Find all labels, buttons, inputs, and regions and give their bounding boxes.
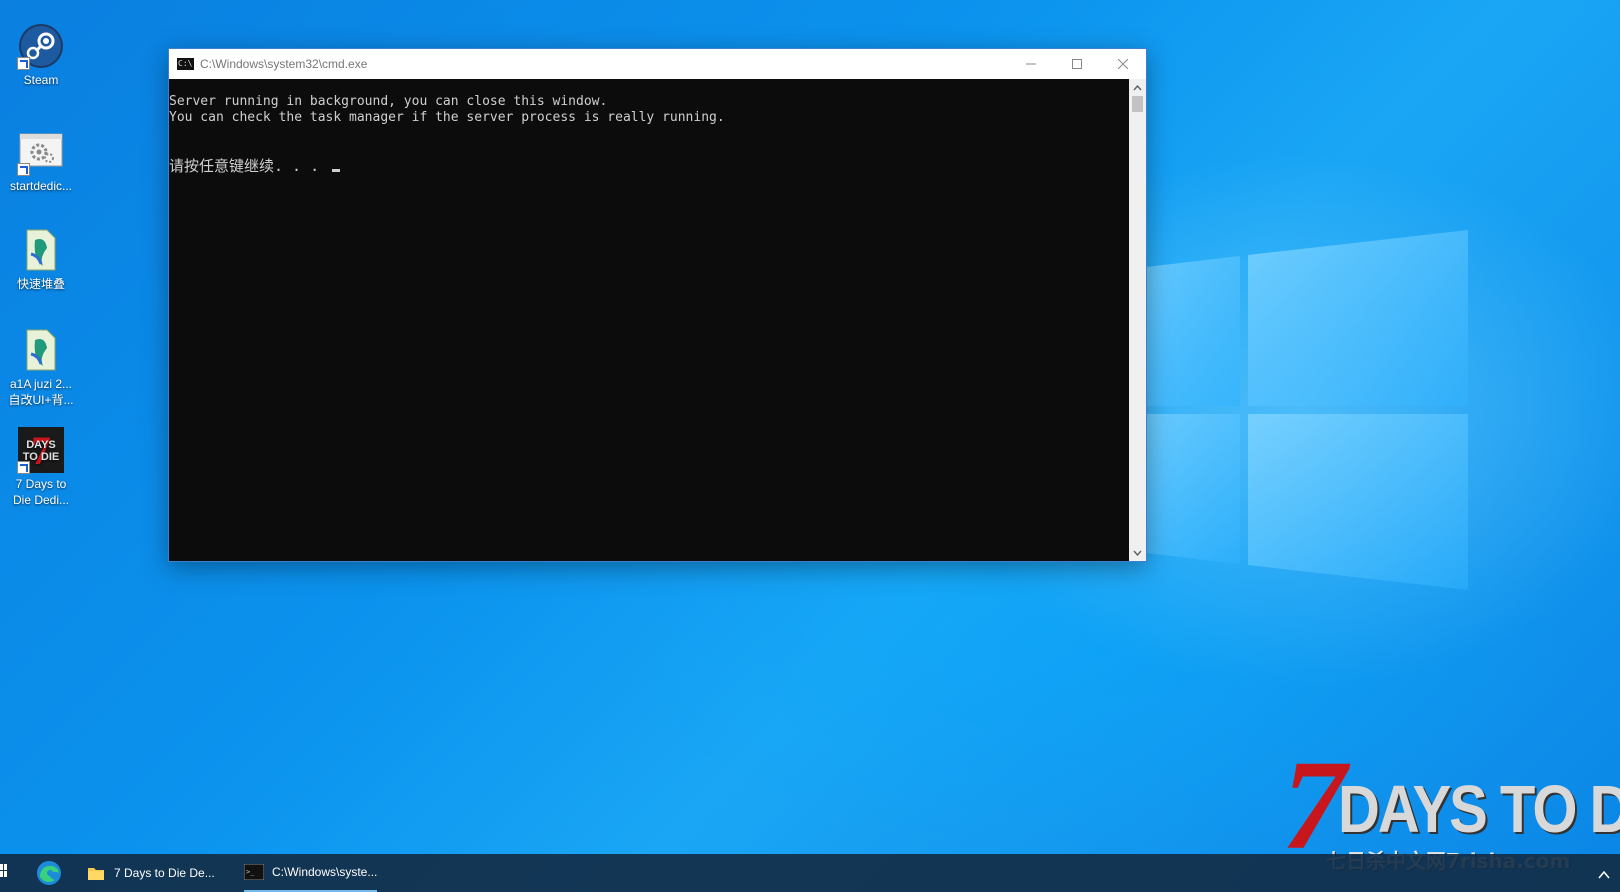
taskbar: 7 Days to Die De... >_ C:\Windows\syste.… bbox=[0, 854, 1620, 892]
minimize-icon bbox=[1026, 63, 1036, 65]
windows-logo-wallpaper bbox=[1120, 230, 1468, 590]
text-cursor bbox=[332, 169, 341, 172]
desktop-icon-label: Steam bbox=[23, 73, 59, 87]
maximize-button[interactable] bbox=[1054, 49, 1100, 79]
file-icon bbox=[17, 226, 65, 274]
cmd-icon: >_ bbox=[243, 863, 265, 881]
desktop-icon-startdedicated[interactable]: startdedic... bbox=[4, 128, 78, 194]
taskbar-item-label: C:\Windows\syste... bbox=[272, 865, 378, 879]
chevron-down-icon bbox=[1133, 550, 1142, 556]
desktop-icon-steam[interactable]: Steam bbox=[4, 22, 78, 88]
taskbar-item-label: 7 Days to Die De... bbox=[114, 866, 215, 880]
steam-icon bbox=[17, 22, 65, 70]
taskbar-item-7dtd-folder[interactable]: 7 Days to Die De... bbox=[86, 854, 215, 892]
shortcut-arrow-icon bbox=[17, 163, 30, 176]
press-any-key-prompt: 请按任意键继续. . . bbox=[169, 157, 329, 175]
console-output[interactable]: Server running in background, you can cl… bbox=[169, 79, 1129, 561]
logo-title: DAYS TO DIE® bbox=[1338, 771, 1620, 848]
vertical-scrollbar[interactable] bbox=[1129, 79, 1146, 561]
desktop-icon-quick-stack[interactable]: 快速堆叠 bbox=[4, 226, 78, 292]
shortcut-arrow-icon bbox=[17, 57, 30, 70]
console-line: You can check the task manager if the se… bbox=[169, 110, 725, 125]
desktop-icon-label: a1A juzi 2... 自改UI+背... bbox=[8, 377, 74, 407]
7dtd-icon: 7 DAYS TO DIE bbox=[17, 426, 65, 474]
svg-text:>_: >_ bbox=[246, 868, 255, 876]
cmd-window[interactable]: C:\ C:\Windows\system32\cmd.exe Server r… bbox=[168, 48, 1147, 562]
desktop-icon-7dtd-dedicated[interactable]: 7 DAYS TO DIE 7 Days to Die Dedi... bbox=[4, 426, 78, 508]
file-icon bbox=[17, 326, 65, 374]
scrollbar-thumb[interactable] bbox=[1132, 96, 1143, 112]
close-icon bbox=[1118, 59, 1128, 69]
chevron-up-icon bbox=[1133, 84, 1142, 90]
config-gear-icon bbox=[17, 128, 65, 176]
title-bar[interactable]: C:\ C:\Windows\system32\cmd.exe bbox=[169, 49, 1146, 79]
close-button[interactable] bbox=[1100, 49, 1146, 79]
console-prompt-line: 请按任意键继续. . . bbox=[169, 155, 341, 176]
shortcut-arrow-icon bbox=[17, 461, 30, 474]
folder-icon bbox=[86, 865, 106, 881]
edge-icon bbox=[37, 861, 61, 885]
desktop-icon-label: 快速堆叠 bbox=[16, 277, 65, 291]
scroll-down-button[interactable] bbox=[1129, 544, 1146, 561]
edge-browser-button[interactable] bbox=[36, 860, 62, 886]
window-title: C:\Windows\system32\cmd.exe bbox=[200, 57, 368, 71]
start-button[interactable] bbox=[0, 864, 8, 882]
chevron-up-icon bbox=[1598, 870, 1610, 879]
cmd-app-icon: C:\ bbox=[177, 58, 194, 70]
maximize-icon bbox=[1072, 59, 1082, 69]
tray-overflow-button[interactable] bbox=[1598, 866, 1610, 884]
svg-text:DAYS: DAYS bbox=[26, 439, 56, 451]
desktop-icon-label: startdedic... bbox=[9, 179, 73, 193]
taskbar-item-cmd[interactable]: >_ C:\Windows\syste... bbox=[243, 854, 378, 892]
desktop-icon-juzi-mod[interactable]: a1A juzi 2... 自改UI+背... bbox=[4, 326, 78, 408]
windows-start-icon bbox=[0, 864, 7, 877]
console-line: Server running in background, you can cl… bbox=[169, 94, 608, 109]
logo-title-text: DAYS TO DIE bbox=[1338, 772, 1620, 847]
scroll-up-button[interactable] bbox=[1129, 79, 1146, 96]
minimize-button[interactable] bbox=[1008, 49, 1054, 79]
desktop-icon-label: 7 Days to Die Dedi... bbox=[12, 477, 70, 507]
